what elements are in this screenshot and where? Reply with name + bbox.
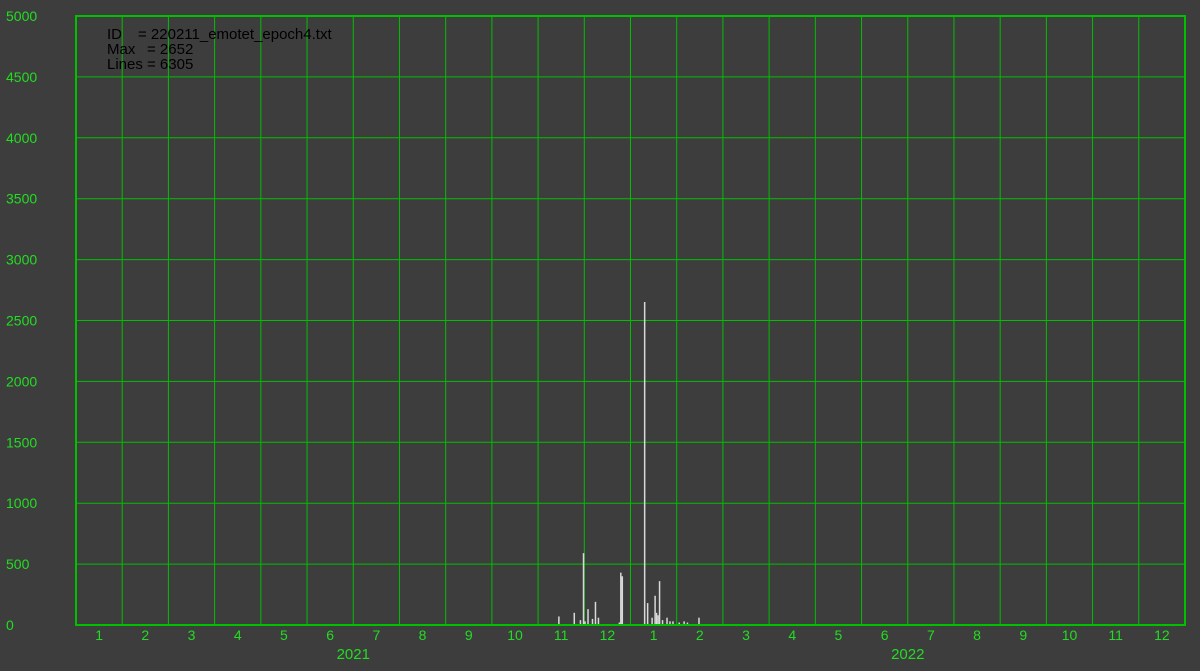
x-tick-label: 3 [742,627,750,643]
x-tick-label: 12 [600,627,616,643]
x-tick-label: 3 [188,627,196,643]
bar [621,576,624,625]
x-tick-label: 5 [280,627,288,643]
bar [620,572,622,625]
bar [698,617,700,625]
x-tick-label: 2 [696,627,704,643]
chart: 0 500 1000 1500 2000 2500 3000 3500 4000 4500 5000… [0,0,1200,671]
x-tick-label: 8 [419,627,427,643]
y-tick-label: 3000 [6,252,37,268]
y-tick-label: 500 [6,556,30,572]
x-tick-label: 4 [234,627,242,643]
y-tick-label: 0 [6,617,14,633]
x-tick-label: 10 [507,627,523,643]
bar [597,617,600,625]
x-tick-label: 4 [788,627,796,643]
x-tick-label: 9 [1019,627,1027,643]
year-label: 2022 [891,646,924,663]
bar [594,601,597,625]
x-tick-label: 6 [326,627,334,643]
y-tick-label: 2500 [6,313,37,329]
x-tick-label: 1 [650,627,658,643]
x-tick-label: 7 [927,627,935,643]
y-tick-label: 1000 [6,495,37,511]
bar [655,612,658,625]
x-tick-label: 9 [465,627,473,643]
y-tick-label: 4000 [6,130,37,146]
bar [558,616,560,625]
y-tick-label: 5000 [6,8,37,24]
y-tick-label: 1500 [6,434,37,450]
x-tick-label: 11 [554,627,569,643]
info-lines-label: Lines [107,56,143,73]
bar [666,617,668,625]
y-tick-label: 4500 [6,69,37,85]
y-tick-label: 2000 [6,373,37,389]
bar [573,612,576,625]
y-tick-label: 3500 [6,191,37,207]
x-tick-label: 6 [881,627,889,643]
x-tick-label: 12 [1154,627,1170,643]
bar [643,301,646,625]
x-tick-label: 1 [95,627,103,643]
bar [582,553,585,625]
bar [654,595,656,625]
x-tick-label: 8 [973,627,981,643]
x-tick-label: 5 [835,627,843,643]
bar [587,609,589,625]
x-tick-label: 2 [141,627,149,643]
chart-background [0,0,1200,671]
x-tick-label: 10 [1062,627,1078,643]
bar [646,603,649,625]
bar [651,617,653,625]
bar [658,581,661,625]
year-label: 2021 [337,646,370,663]
x-tick-label: 7 [372,627,380,643]
x-tick-label: 11 [1108,627,1123,643]
info-lines-value: = 6305 [147,56,193,73]
bar [657,615,659,625]
